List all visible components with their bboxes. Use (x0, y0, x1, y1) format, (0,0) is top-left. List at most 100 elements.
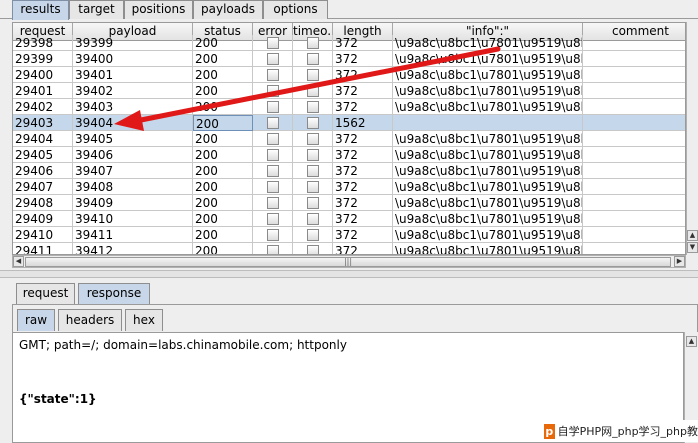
timeout-checkbox[interactable] (307, 37, 319, 49)
error-checkbox[interactable] (267, 245, 279, 254)
cell-timeout (293, 115, 333, 131)
timeout-checkbox[interactable] (307, 85, 319, 97)
cell-comment (583, 195, 685, 211)
timeout-checkbox[interactable] (307, 117, 319, 129)
scroll-down-icon[interactable]: ▼ (687, 242, 698, 253)
table-row[interactable]: 29405 39406 200 372 \u9a8c\u8bc1\u7801\u9519… (13, 147, 685, 163)
cell-length: 372 (333, 211, 393, 227)
tab-request[interactable]: request (16, 283, 75, 304)
table-horizontal-scrollbar[interactable]: ◀ ||| ▶ (12, 255, 686, 268)
cell-comment (583, 179, 685, 195)
timeout-checkbox[interactable] (307, 245, 319, 254)
table-row[interactable]: 29402 39403 200 372 \u9a8c\u8bc1\u7801\u9519… (13, 99, 685, 115)
table-vertical-scrollbar[interactable]: ▲ ▼ (686, 22, 698, 255)
tab-raw[interactable]: raw (17, 309, 55, 331)
error-checkbox[interactable] (267, 85, 279, 97)
tab-payloads[interactable]: payloads (193, 0, 263, 19)
pane-splitter[interactable] (0, 270, 698, 278)
cell-timeout (293, 227, 333, 243)
cell-payload: 39406 (73, 147, 193, 163)
cell-length: 372 (333, 51, 393, 67)
error-checkbox[interactable] (267, 117, 279, 129)
table-row[interactable]: 29410 39411 200 372 \u9a8c\u8bc1\u7801\u9519… (13, 227, 685, 243)
table-row[interactable]: 29403 39404 200 1562 (13, 115, 685, 131)
table-row[interactable]: 29409 39410 200 372 \u9a8c\u8bc1\u7801\u9519… (13, 211, 685, 227)
cell-length: 1562 (333, 115, 393, 131)
tab-positions[interactable]: positions (124, 0, 193, 19)
cell-length: 372 (333, 179, 393, 195)
timeout-checkbox[interactable] (307, 149, 319, 161)
cell-error (253, 51, 293, 67)
error-checkbox[interactable] (267, 69, 279, 81)
response-scroll-up-icon[interactable]: ▲ (686, 336, 697, 347)
table-row[interactable]: 29398 39399 200 372 \u9a8c\u8bc1\u7801\u9519… (13, 35, 685, 51)
timeout-checkbox[interactable] (307, 213, 319, 225)
error-checkbox[interactable] (267, 165, 279, 177)
cell-comment (583, 243, 685, 254)
timeout-checkbox[interactable] (307, 197, 319, 209)
cell-payload: 39401 (73, 67, 193, 83)
error-checkbox[interactable] (267, 53, 279, 65)
table-row[interactable]: 29411 39412 200 372 \u9a8c\u8bc1\u7801\u9519… (13, 243, 685, 254)
cell-timeout (293, 243, 333, 254)
error-checkbox[interactable] (267, 101, 279, 113)
scroll-left-icon[interactable]: ◀ (13, 256, 24, 267)
table-row[interactable]: 29408 39409 200 372 \u9a8c\u8bc1\u7801\u9519… (13, 195, 685, 211)
timeout-checkbox[interactable] (307, 101, 319, 113)
timeout-checkbox[interactable] (307, 181, 319, 193)
cell-status: 200 (193, 163, 253, 179)
error-checkbox[interactable] (267, 229, 279, 241)
tab-response[interactable]: response (78, 283, 150, 304)
cell-request: 29411 (13, 243, 73, 254)
error-checkbox[interactable] (267, 149, 279, 161)
table-row[interactable]: 29404 39405 200 372 \u9a8c\u8bc1\u7801\u9519… (13, 131, 685, 147)
tab-results[interactable]: results (12, 0, 69, 20)
scroll-right-icon[interactable]: ▶ (674, 256, 685, 267)
tab-options[interactable]: options (263, 0, 328, 19)
cell-timeout (293, 147, 333, 163)
cell-length: 372 (333, 243, 393, 254)
cell-comment (583, 99, 685, 115)
scroll-up-icon[interactable]: ▲ (687, 230, 698, 241)
cell-status: 200 (193, 243, 253, 254)
cell-info: \u9a8c\u8bc1\u7801\u9519\u8bef (393, 131, 583, 147)
timeout-checkbox[interactable] (307, 133, 319, 145)
cell-status: 200 (193, 227, 253, 243)
cell-status: 200 (193, 211, 253, 227)
cell-comment (583, 67, 685, 83)
error-checkbox[interactable] (267, 37, 279, 49)
cell-info: \u9a8c\u8bc1\u7801\u9519\u8bef (393, 147, 583, 163)
error-checkbox[interactable] (267, 213, 279, 225)
error-checkbox[interactable] (267, 181, 279, 193)
cell-comment (583, 227, 685, 243)
cell-error (253, 35, 293, 51)
table-row[interactable]: 29399 39400 200 372 \u9a8c\u8bc1\u7801\u9519… (13, 51, 685, 67)
cell-error (253, 227, 293, 243)
table-row[interactable]: 29401 39402 200 372 \u9a8c\u8bc1\u7801\u9519… (13, 83, 685, 99)
cell-payload: 39402 (73, 83, 193, 99)
cell-timeout (293, 67, 333, 83)
cell-timeout (293, 35, 333, 51)
error-checkbox[interactable] (267, 197, 279, 209)
response-cookie-line: GMT; path=/; domain=labs.chinamobile.com… (19, 338, 347, 352)
table-row[interactable]: 29407 39408 200 372 \u9a8c\u8bc1\u7801\u9519… (13, 179, 685, 195)
table-row[interactable]: 29400 39401 200 372 \u9a8c\u8bc1\u7801\u9519… (13, 67, 685, 83)
cell-info: \u9a8c\u8bc1\u7801\u9519\u8bef (393, 211, 583, 227)
watermark: p 自学PHP网_php学习_php教 (528, 420, 698, 442)
results-table[interactable]: request payload status error timeo... le… (12, 22, 686, 255)
timeout-checkbox[interactable] (307, 229, 319, 241)
timeout-checkbox[interactable] (307, 53, 319, 65)
table-row[interactable]: 29406 39407 200 372 \u9a8c\u8bc1\u7801\u9519… (13, 163, 685, 179)
cell-info: \u9a8c\u8bc1\u7801\u9519\u8bef (393, 51, 583, 67)
horizontal-scroll-thumb[interactable]: ||| (25, 257, 671, 267)
cell-comment (583, 211, 685, 227)
tab-target[interactable]: target (69, 0, 124, 19)
cell-timeout (293, 179, 333, 195)
tab-headers[interactable]: headers (58, 309, 122, 331)
cell-error (253, 131, 293, 147)
timeout-checkbox[interactable] (307, 165, 319, 177)
error-checkbox[interactable] (267, 133, 279, 145)
timeout-checkbox[interactable] (307, 69, 319, 81)
cell-error (253, 179, 293, 195)
tab-hex[interactable]: hex (125, 309, 163, 331)
